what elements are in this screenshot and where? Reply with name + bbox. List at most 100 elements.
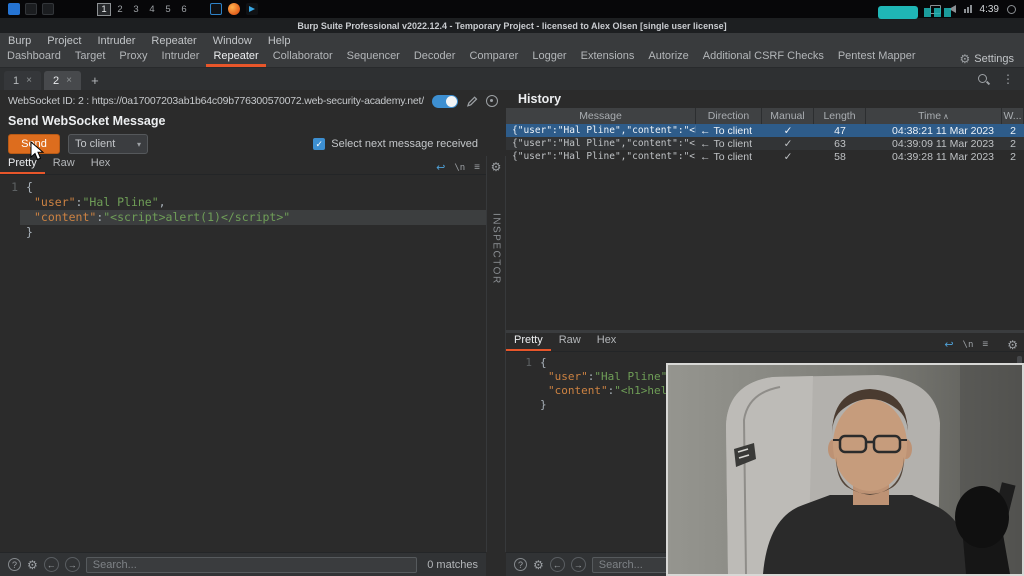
tab-pretty[interactable]: Pretty <box>506 332 551 351</box>
prev-match-button[interactable]: ← <box>44 557 59 572</box>
menu-window[interactable]: Window <box>205 33 260 49</box>
workspace-4[interactable]: 4 <box>145 3 159 16</box>
tab-additional-csrf-checks[interactable]: Additional CSRF Checks <box>696 48 831 67</box>
inspector-label[interactable]: INSPECTOR <box>491 213 502 285</box>
inspector-panel-collapsed[interactable]: ⚙ INSPECTOR <box>486 156 506 552</box>
workspace-6[interactable]: 6 <box>177 3 191 16</box>
power-icon[interactable] <box>1007 5 1016 14</box>
workspace-3[interactable]: 3 <box>129 3 143 16</box>
tab-proxy[interactable]: Proxy <box>112 48 154 67</box>
gear-icon[interactable]: ⚙ <box>491 161 502 173</box>
gear-icon[interactable]: ⚙ <box>533 559 544 571</box>
window-title: Burp Suite Professional v2022.12.4 - Tem… <box>297 21 726 31</box>
taskbar-app-icon[interactable] <box>25 3 37 15</box>
history-row[interactable]: {"user":"Hal Pline","content":"<img sr..… <box>506 137 1024 150</box>
menu-help[interactable]: Help <box>260 33 299 49</box>
send-button[interactable]: Send <box>8 134 60 154</box>
history-table: Message Direction Manual Length Time∧ W.… <box>506 108 1024 163</box>
menu-repeater[interactable]: Repeater <box>143 33 204 49</box>
menu-icon[interactable]: ≡ <box>982 339 988 350</box>
close-icon[interactable]: × <box>66 75 72 86</box>
select-next-message-checkbox[interactable]: ✓ <box>313 138 325 150</box>
close-icon[interactable]: × <box>26 75 32 86</box>
tab-logger[interactable]: Logger <box>525 48 573 67</box>
media-icon[interactable] <box>246 3 258 15</box>
column-header-length[interactable]: Length <box>814 108 866 124</box>
tab-autorize[interactable]: Autorize <box>641 48 695 67</box>
repeater-tab-1[interactable]: 1 × <box>4 71 41 90</box>
newline-icon[interactable]: \n <box>454 163 465 173</box>
help-icon[interactable]: ? <box>514 558 527 571</box>
word-wrap-icon[interactable]: ↩ <box>436 161 445 174</box>
workspace-5[interactable]: 5 <box>161 3 175 16</box>
column-header-time[interactable]: Time∧ <box>866 108 1002 124</box>
arrow-left-icon: ← <box>700 138 711 150</box>
cell-message: {"user":"Hal Pline","content":"<script..… <box>506 150 696 163</box>
workspace-switcher: 1 2 3 4 5 6 <box>97 3 191 16</box>
clock[interactable]: 4:39 <box>980 4 999 15</box>
tab-decoder[interactable]: Decoder <box>407 48 463 67</box>
tab-repeater[interactable]: Repeater <box>206 48 265 67</box>
tab-raw[interactable]: Raw <box>45 155 83 174</box>
history-row[interactable]: {"user":"Hal Pline","content":"<script..… <box>506 150 1024 163</box>
gear-icon[interactable]: ⚙ <box>27 559 38 571</box>
direction-select[interactable]: To client ▾ <box>68 134 148 154</box>
prev-match-button[interactable]: ← <box>550 557 565 572</box>
tab-pentest-mapper[interactable]: Pentest Mapper <box>831 48 923 67</box>
editor-toolbar: ↩ \n ≡ <box>436 161 486 174</box>
menu-project[interactable]: Project <box>39 33 89 49</box>
stream-overlay-badge <box>878 6 918 19</box>
next-match-button[interactable]: → <box>65 557 80 572</box>
send-search-bar: ? ⚙ ← → 0 matches <box>0 552 486 576</box>
cell-message: {"user":"Hal Pline","content":"<img sr..… <box>506 137 696 150</box>
search-icon[interactable] <box>977 73 990 86</box>
newline-icon[interactable]: \n <box>963 340 974 350</box>
viewer-toolbar: ↩ \n ≡ ⚙ <box>944 338 1024 351</box>
connection-toggle[interactable] <box>432 95 458 108</box>
burp-taskbar-icon[interactable] <box>210 3 222 15</box>
tab-sequencer[interactable]: Sequencer <box>340 48 407 67</box>
tab-dashboard[interactable]: Dashboard <box>0 48 68 67</box>
cell-manual: ✓ <box>762 150 814 163</box>
add-tab-button[interactable]: + <box>84 71 106 90</box>
repeater-tab-2[interactable]: 2 × <box>44 71 81 90</box>
tab-comparer[interactable]: Comparer <box>462 48 525 67</box>
column-header-message[interactable]: Message <box>506 108 696 124</box>
edit-pencil-icon[interactable] <box>466 95 478 108</box>
network-icon[interactable] <box>964 5 972 13</box>
more-options-icon[interactable]: ⋮ <box>1002 72 1014 86</box>
message-editor[interactable]: 1 { "user":"Hal Pline", "content":"<scri… <box>0 176 486 552</box>
tab-extensions[interactable]: Extensions <box>574 48 642 67</box>
tab-collaborator[interactable]: Collaborator <box>266 48 340 67</box>
next-match-button[interactable]: → <box>571 557 586 572</box>
firefox-icon[interactable] <box>228 3 240 15</box>
column-header-direction[interactable]: Direction <box>696 108 762 124</box>
menu-intruder[interactable]: Intruder <box>90 33 144 49</box>
kali-icon[interactable] <box>8 3 20 15</box>
column-header-manual[interactable]: Manual <box>762 108 814 124</box>
tab-hex[interactable]: Hex <box>589 332 625 351</box>
word-wrap-icon[interactable]: ↩ <box>944 338 953 351</box>
history-row-selected[interactable]: {"user":"Hal Pline","content":"<h1>hel..… <box>506 124 1024 137</box>
menu-icon[interactable]: ≡ <box>474 162 480 173</box>
workspace-1[interactable]: 1 <box>97 3 111 16</box>
cell-length: 47 <box>814 124 866 137</box>
workspace-2[interactable]: 2 <box>113 3 127 16</box>
menu-burp[interactable]: Burp <box>0 33 39 49</box>
search-input[interactable] <box>86 557 417 573</box>
tab-target[interactable]: Target <box>68 48 113 67</box>
chevron-down-icon: ▾ <box>137 140 141 149</box>
tab-pretty[interactable]: Pretty <box>0 155 45 174</box>
cell-time: 04:39:28 11 Mar 2023 <box>866 150 1002 163</box>
gear-icon[interactable]: ⚙ <box>1007 339 1018 351</box>
settings-button[interactable]: ⚙ Settings <box>959 53 1024 67</box>
terminal-icon[interactable] <box>42 3 54 15</box>
cell-manual: ✓ <box>762 137 814 150</box>
tab-raw[interactable]: Raw <box>551 332 589 351</box>
cell-ws-id: 2 <box>1002 137 1024 150</box>
reconnect-icon[interactable] <box>486 95 498 107</box>
tab-hex[interactable]: Hex <box>83 155 119 174</box>
tab-intruder[interactable]: Intruder <box>155 48 207 67</box>
column-header-ws[interactable]: W... <box>1002 108 1024 124</box>
help-icon[interactable]: ? <box>8 558 21 571</box>
